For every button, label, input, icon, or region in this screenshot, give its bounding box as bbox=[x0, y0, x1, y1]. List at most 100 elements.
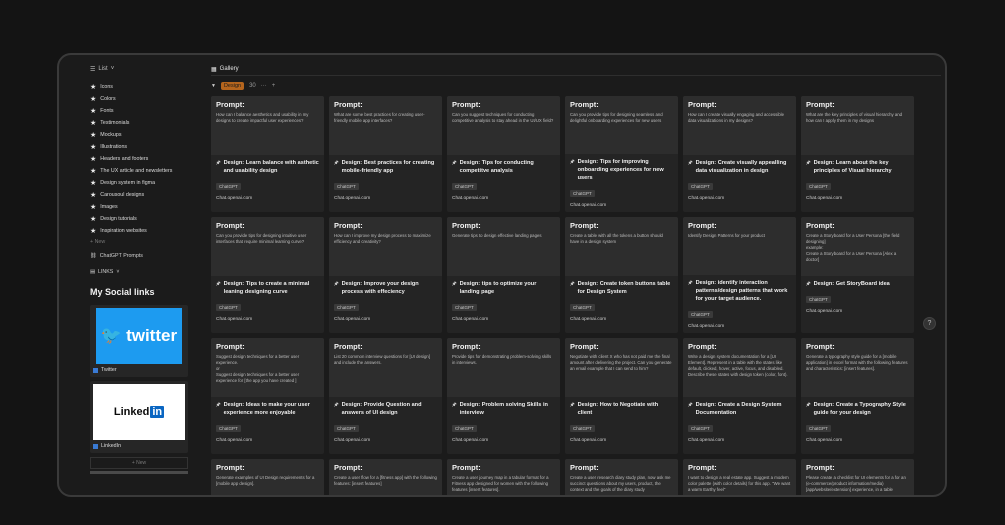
prompt-card[interactable]: Prompt: Provide tips for demonstrating pr… bbox=[447, 338, 560, 454]
prompt-card[interactable]: Prompt: I want to design a real estate ap… bbox=[683, 459, 796, 495]
sidebar-new-button[interactable]: + New bbox=[90, 237, 194, 247]
scrollbar[interactable] bbox=[90, 471, 188, 474]
star-icon: ★ bbox=[90, 95, 97, 103]
card-title: 🖈 Design: Create visually appealling data… bbox=[688, 159, 791, 175]
sidebar-item[interactable]: ★ Fonts bbox=[90, 105, 194, 117]
card-title: 🖈 Design: identify interaction patterns/d… bbox=[688, 279, 791, 303]
sidebar-item[interactable]: ★ Colors bbox=[90, 93, 194, 105]
sidebar-item[interactable]: ★ Carousoul designs bbox=[90, 189, 194, 201]
list-view-toggle[interactable]: ☰ List ˅ bbox=[90, 63, 194, 75]
prompt-card[interactable]: Prompt: Identify Design Patterns for your… bbox=[683, 217, 796, 333]
card-tag: ChatGPT bbox=[334, 183, 359, 190]
sidebar-item[interactable]: ★ The UX article and newsletters bbox=[90, 165, 194, 177]
sidebar-item[interactable]: ★ Design tutorials bbox=[90, 213, 194, 225]
prompt-label: Prompt: bbox=[570, 100, 599, 109]
prompt-text: How can I improve my design process to m… bbox=[334, 233, 431, 244]
card-source: Chat.openai.com bbox=[452, 196, 489, 201]
prompt-card[interactable]: Prompt: Generate examples of UI Design re… bbox=[211, 459, 324, 495]
prompt-card[interactable]: Prompt: How can I create visually engagin… bbox=[683, 96, 796, 212]
card-source: Chat.openai.com bbox=[806, 196, 843, 201]
more-options-icon[interactable]: ··· bbox=[261, 83, 267, 89]
prompt-label: Prompt: bbox=[688, 221, 717, 230]
card-body: 🖈 Design: Learn balance with asthetic and… bbox=[211, 155, 324, 205]
twitter-card[interactable]: 🐦 twitter Twitter bbox=[90, 305, 188, 377]
prompt-text: I want to design a real estate app. Sugg… bbox=[688, 475, 791, 492]
prompt-card[interactable]: Prompt: List 20 common interview question… bbox=[329, 338, 442, 454]
card-title-text: Design: Best practices for creating mobi… bbox=[341, 160, 435, 174]
prompt-card[interactable]: Prompt: Please create a checklist for UI … bbox=[801, 459, 914, 495]
prompt-card[interactable]: Prompt: Create a Storyboard for a User Pe… bbox=[801, 217, 914, 333]
group-header: ▼ Design 30 ··· + bbox=[211, 78, 941, 94]
collapse-triangle-icon[interactable]: ▼ bbox=[211, 83, 216, 89]
prompt-label: Prompt: bbox=[334, 463, 363, 472]
prompt-card[interactable]: Prompt: Can you provide tips for designin… bbox=[211, 217, 324, 333]
linkedin-label-row: LinkedIn bbox=[93, 443, 185, 449]
prompt-text: Create a Storyboard for a User Persona [… bbox=[806, 233, 900, 262]
prompt-text: Generate examples of UI Design requireme… bbox=[216, 475, 315, 486]
prompt-card[interactable]: Prompt: Generate a typography style guide… bbox=[801, 338, 914, 454]
prompt-label: Prompt: bbox=[806, 221, 835, 230]
prompt-card[interactable]: Prompt: Create a user flow for a [fitness… bbox=[329, 459, 442, 495]
card-body: 🖈 Design: Tips for conducting competitve … bbox=[447, 155, 560, 205]
card-title: 🖈 Design: Tips for improving onboarding e… bbox=[570, 158, 673, 182]
prompt-label: Prompt: bbox=[688, 342, 717, 351]
pin-icon: 🖈 bbox=[688, 402, 693, 408]
sidebar-item[interactable]: ★ Inspiration websites bbox=[90, 225, 194, 237]
table-icon: ▤ bbox=[90, 269, 96, 275]
pin-icon: 🖈 bbox=[216, 281, 221, 287]
card-title: 🖈 Design: Best practices for creating mob… bbox=[334, 159, 437, 175]
sidebar-item[interactable]: ★ Images bbox=[90, 201, 194, 213]
prompt-card[interactable]: Prompt: Can you suggest techniques for co… bbox=[447, 96, 560, 212]
prompt-card[interactable]: Prompt: Create a user journey map in a ta… bbox=[447, 459, 560, 495]
prompt-text: Negotiate with client X who has not paid… bbox=[570, 354, 672, 371]
gallery-tab[interactable]: ▦ Gallery bbox=[211, 63, 941, 76]
sidebar-item[interactable]: ★ Illustrations bbox=[90, 141, 194, 153]
sidebar-item[interactable]: ★ Mockups bbox=[90, 129, 194, 141]
prompt-card[interactable]: Prompt: Write a design system documentati… bbox=[683, 338, 796, 454]
chevron-down-icon: ˅ bbox=[116, 269, 120, 275]
sidebar-item-label: Icons bbox=[100, 84, 113, 90]
card-source: Chat.openai.com bbox=[806, 309, 843, 314]
chatgpt-prompts-link[interactable]: ⛓ ChatGPT Prompts bbox=[90, 249, 194, 263]
prompt-card[interactable]: Prompt: What are some best practices for … bbox=[329, 96, 442, 212]
pin-icon: 🖈 bbox=[452, 281, 457, 287]
pin-icon: 🖈 bbox=[334, 402, 339, 408]
card-source: Chat.openai.com bbox=[452, 317, 489, 322]
prompt-label: Prompt: bbox=[452, 221, 481, 230]
sidebar-item[interactable]: ★ Headers and footers bbox=[90, 153, 194, 165]
card-preview: Prompt: Please create a checklist for UI … bbox=[801, 459, 914, 495]
prompt-card[interactable]: Prompt: Suggest design techniques for a b… bbox=[211, 338, 324, 454]
prompt-card[interactable]: Prompt: How can I balance aesthetics and … bbox=[211, 96, 324, 212]
card-tag: ChatGPT bbox=[452, 425, 477, 432]
prompt-card[interactable]: Prompt: Negotiate with client X who has n… bbox=[565, 338, 678, 454]
links-toggle[interactable]: ▤ LINKS ˅ bbox=[90, 265, 194, 279]
sidebar-item-label: Colors bbox=[100, 96, 116, 102]
pin-icon: 🖈 bbox=[806, 402, 811, 408]
prompt-label: Prompt: bbox=[688, 463, 717, 472]
sidebar-item[interactable]: ★ Testimonials bbox=[90, 117, 194, 129]
prompt-card[interactable]: Prompt: Create a user research diary stud… bbox=[565, 459, 678, 495]
help-button[interactable]: ? bbox=[923, 317, 936, 330]
pin-icon: 🖈 bbox=[688, 160, 693, 166]
social-new-button[interactable]: + New bbox=[90, 457, 188, 469]
card-body: 🖈 Design: Tips for improving onboarding e… bbox=[565, 154, 678, 212]
sidebar-item[interactable]: ★ Design system in figma bbox=[90, 177, 194, 189]
card-preview: Prompt: Create a user research diary stud… bbox=[565, 459, 678, 495]
prompt-label: Prompt: bbox=[334, 221, 363, 230]
card-source: Chat.openai.com bbox=[688, 324, 725, 329]
prompt-card[interactable]: Prompt: Can you provide tips for designin… bbox=[565, 96, 678, 212]
linkedin-card[interactable]: Linked in LinkedIn bbox=[90, 381, 188, 453]
social-links-title: My Social links bbox=[90, 287, 155, 297]
sidebar-item[interactable]: ★ Icons bbox=[90, 81, 194, 93]
prompt-label: Prompt: bbox=[806, 342, 835, 351]
sidebar-item-label: Inspiration websites bbox=[100, 228, 147, 234]
prompt-card[interactable]: Prompt: Create a table with all the token… bbox=[565, 217, 678, 333]
card-source: Chat.openai.com bbox=[334, 438, 371, 443]
twitter-bird-icon: 🐦 bbox=[100, 326, 123, 345]
add-icon[interactable]: + bbox=[272, 83, 276, 89]
prompt-card[interactable]: Prompt: How can I improve my design proce… bbox=[329, 217, 442, 333]
card-body: 🖈 Design: Best practices for creating mob… bbox=[329, 155, 442, 205]
prompt-card[interactable]: Prompt: What are the key principles of vi… bbox=[801, 96, 914, 212]
card-tag: ChatGPT bbox=[216, 425, 241, 432]
prompt-card[interactable]: Prompt: Generate tips to design effective… bbox=[447, 217, 560, 333]
